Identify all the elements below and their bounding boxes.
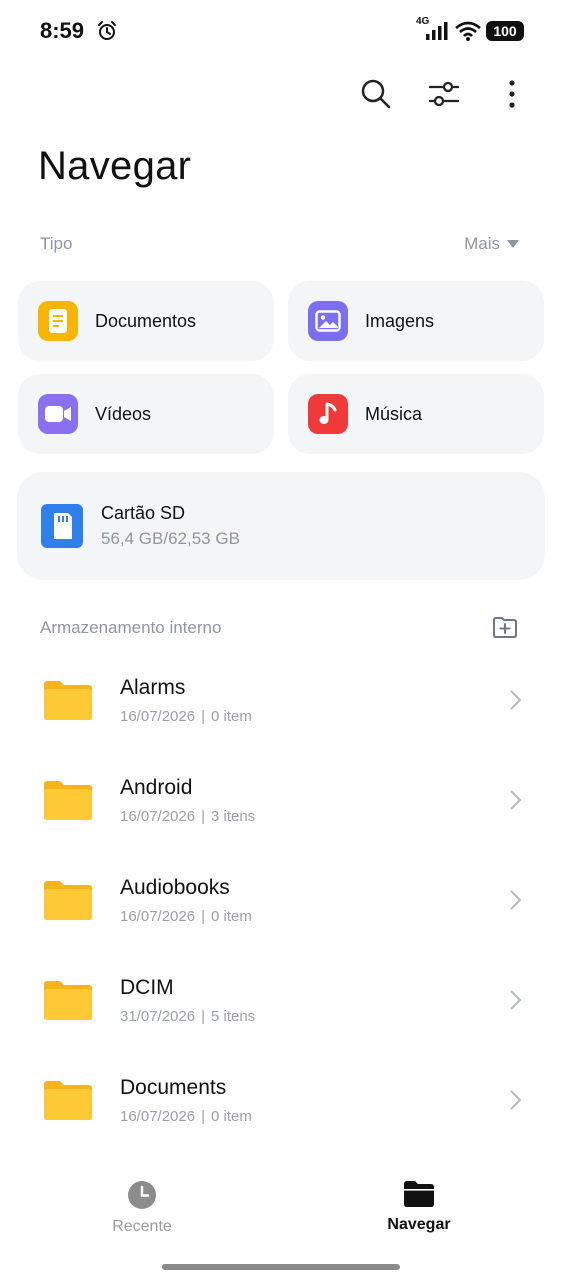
folder-meta: 16/07/2026 | 0 item xyxy=(120,908,252,925)
type-card-music[interactable]: Música xyxy=(288,374,544,454)
sd-card-icon xyxy=(41,504,83,548)
top-toolbar xyxy=(354,70,534,118)
folder-item-count: 0 item xyxy=(210,908,252,925)
type-card-label: Vídeos xyxy=(95,403,152,424)
type-card-images[interactable]: Imagens xyxy=(288,281,544,361)
internal-storage-label: Armazenamento interno xyxy=(40,618,222,637)
meta-separator: | xyxy=(201,808,205,825)
folder-filled-icon xyxy=(404,1181,434,1207)
status-time: 8:59 xyxy=(40,18,85,43)
chevron-right-icon xyxy=(510,690,522,710)
meta-separator: | xyxy=(201,708,205,725)
more-types-button[interactable]: Mais xyxy=(464,234,520,254)
more-options-button[interactable] xyxy=(490,70,534,118)
search-button[interactable] xyxy=(354,70,398,118)
sd-card-usage: 56,4 GB/62,53 GB xyxy=(101,529,240,548)
more-types-label: Mais xyxy=(464,234,500,253)
folder-row-alarms[interactable]: Alarms 16/07/2026 | 0 item xyxy=(0,650,562,750)
triangle-down-icon xyxy=(507,240,519,248)
folder-item-count: 0 item xyxy=(210,1108,252,1125)
folder-name: Android xyxy=(120,776,193,799)
folder-name: DCIM xyxy=(120,976,174,999)
folder-item-count: 3 itens xyxy=(210,808,256,825)
folder-meta: 31/07/2026 | 5 itens xyxy=(120,1008,255,1025)
folder-name: Audiobooks xyxy=(120,876,230,899)
type-card-label: Música xyxy=(365,403,423,424)
new-folder-icon[interactable] xyxy=(492,614,518,640)
chevron-right-icon xyxy=(510,890,522,910)
nav-tab-browse[interactable]: Navegar xyxy=(349,1180,489,1234)
folder-date: 31/07/2026 xyxy=(120,1008,196,1025)
folder-item-count: 0 item xyxy=(210,708,252,725)
folder-name: Documents xyxy=(120,1076,227,1099)
folder-meta: 16/07/2026 | 0 item xyxy=(120,708,252,725)
folder-row-android[interactable]: Android 16/07/2026 | 3 itens xyxy=(0,750,562,850)
sd-card-item[interactable]: Cartão SD 56,4 GB/62,53 GB xyxy=(17,472,545,580)
folder-icon xyxy=(44,1081,92,1120)
folder-date: 16/07/2026 xyxy=(120,1108,196,1125)
chevron-right-icon xyxy=(510,790,522,810)
document-icon xyxy=(38,301,78,341)
folder-row-documents[interactable]: Documents 16/07/2026 | 0 item xyxy=(0,1050,562,1150)
video-icon xyxy=(38,394,78,434)
folder-date: 16/07/2026 xyxy=(120,808,196,825)
bottom-navigation: Recente Navegar xyxy=(0,1170,562,1250)
music-icon xyxy=(308,394,348,434)
folder-name: Alarms xyxy=(120,676,186,699)
signal-icon xyxy=(426,22,448,40)
folder-icon xyxy=(44,781,92,820)
folder-date: 16/07/2026 xyxy=(120,908,196,925)
battery-indicator: 100 xyxy=(486,21,524,41)
alarm-icon xyxy=(98,21,116,40)
search-icon xyxy=(361,79,391,109)
type-card-label: Imagens xyxy=(365,310,435,331)
chevron-right-icon xyxy=(510,990,522,1010)
more-vertical-icon xyxy=(509,80,515,108)
sd-card-title: Cartão SD xyxy=(101,503,186,523)
folder-item-count: 5 itens xyxy=(210,1008,256,1025)
image-icon xyxy=(308,301,348,341)
nav-tab-label: Navegar xyxy=(387,1216,451,1233)
type-section-label: Tipo xyxy=(40,234,73,253)
type-card-documents[interactable]: Documentos xyxy=(18,281,274,361)
wifi-icon xyxy=(455,21,481,41)
meta-separator: | xyxy=(201,908,205,925)
folder-row-dcim[interactable]: DCIM 31/07/2026 | 5 itens xyxy=(0,950,562,1050)
folder-date: 16/07/2026 xyxy=(120,708,196,725)
nav-tab-label: Recente xyxy=(112,1218,172,1235)
chevron-right-icon xyxy=(510,1090,522,1110)
folder-row-audiobooks[interactable]: Audiobooks 16/07/2026 | 0 item xyxy=(0,850,562,950)
meta-separator: | xyxy=(201,1008,205,1025)
folder-icon xyxy=(44,981,92,1020)
page-title: Navegar xyxy=(38,144,192,188)
type-card-videos[interactable]: Vídeos xyxy=(18,374,274,454)
sliders-icon xyxy=(428,81,460,107)
meta-separator: | xyxy=(201,1108,205,1125)
nav-tab-recent[interactable]: Recente xyxy=(72,1180,212,1236)
file-manager-screen: 8:59 4G 100 Navegar Tipo Mais Documentos… xyxy=(0,0,562,1280)
status-bar: 8:59 4G 100 xyxy=(0,0,562,64)
folder-meta: 16/07/2026 | 3 itens xyxy=(120,808,255,825)
type-card-label: Documentos xyxy=(95,310,197,331)
folder-icon xyxy=(44,881,92,920)
filter-button[interactable] xyxy=(422,70,466,118)
folder-icon xyxy=(44,681,92,720)
home-indicator[interactable] xyxy=(162,1264,400,1270)
folder-list: Alarms 16/07/2026 | 0 item Android 16/07/2… xyxy=(0,650,562,1150)
folder-meta: 16/07/2026 | 0 item xyxy=(120,1108,252,1125)
clock-icon xyxy=(128,1181,156,1209)
